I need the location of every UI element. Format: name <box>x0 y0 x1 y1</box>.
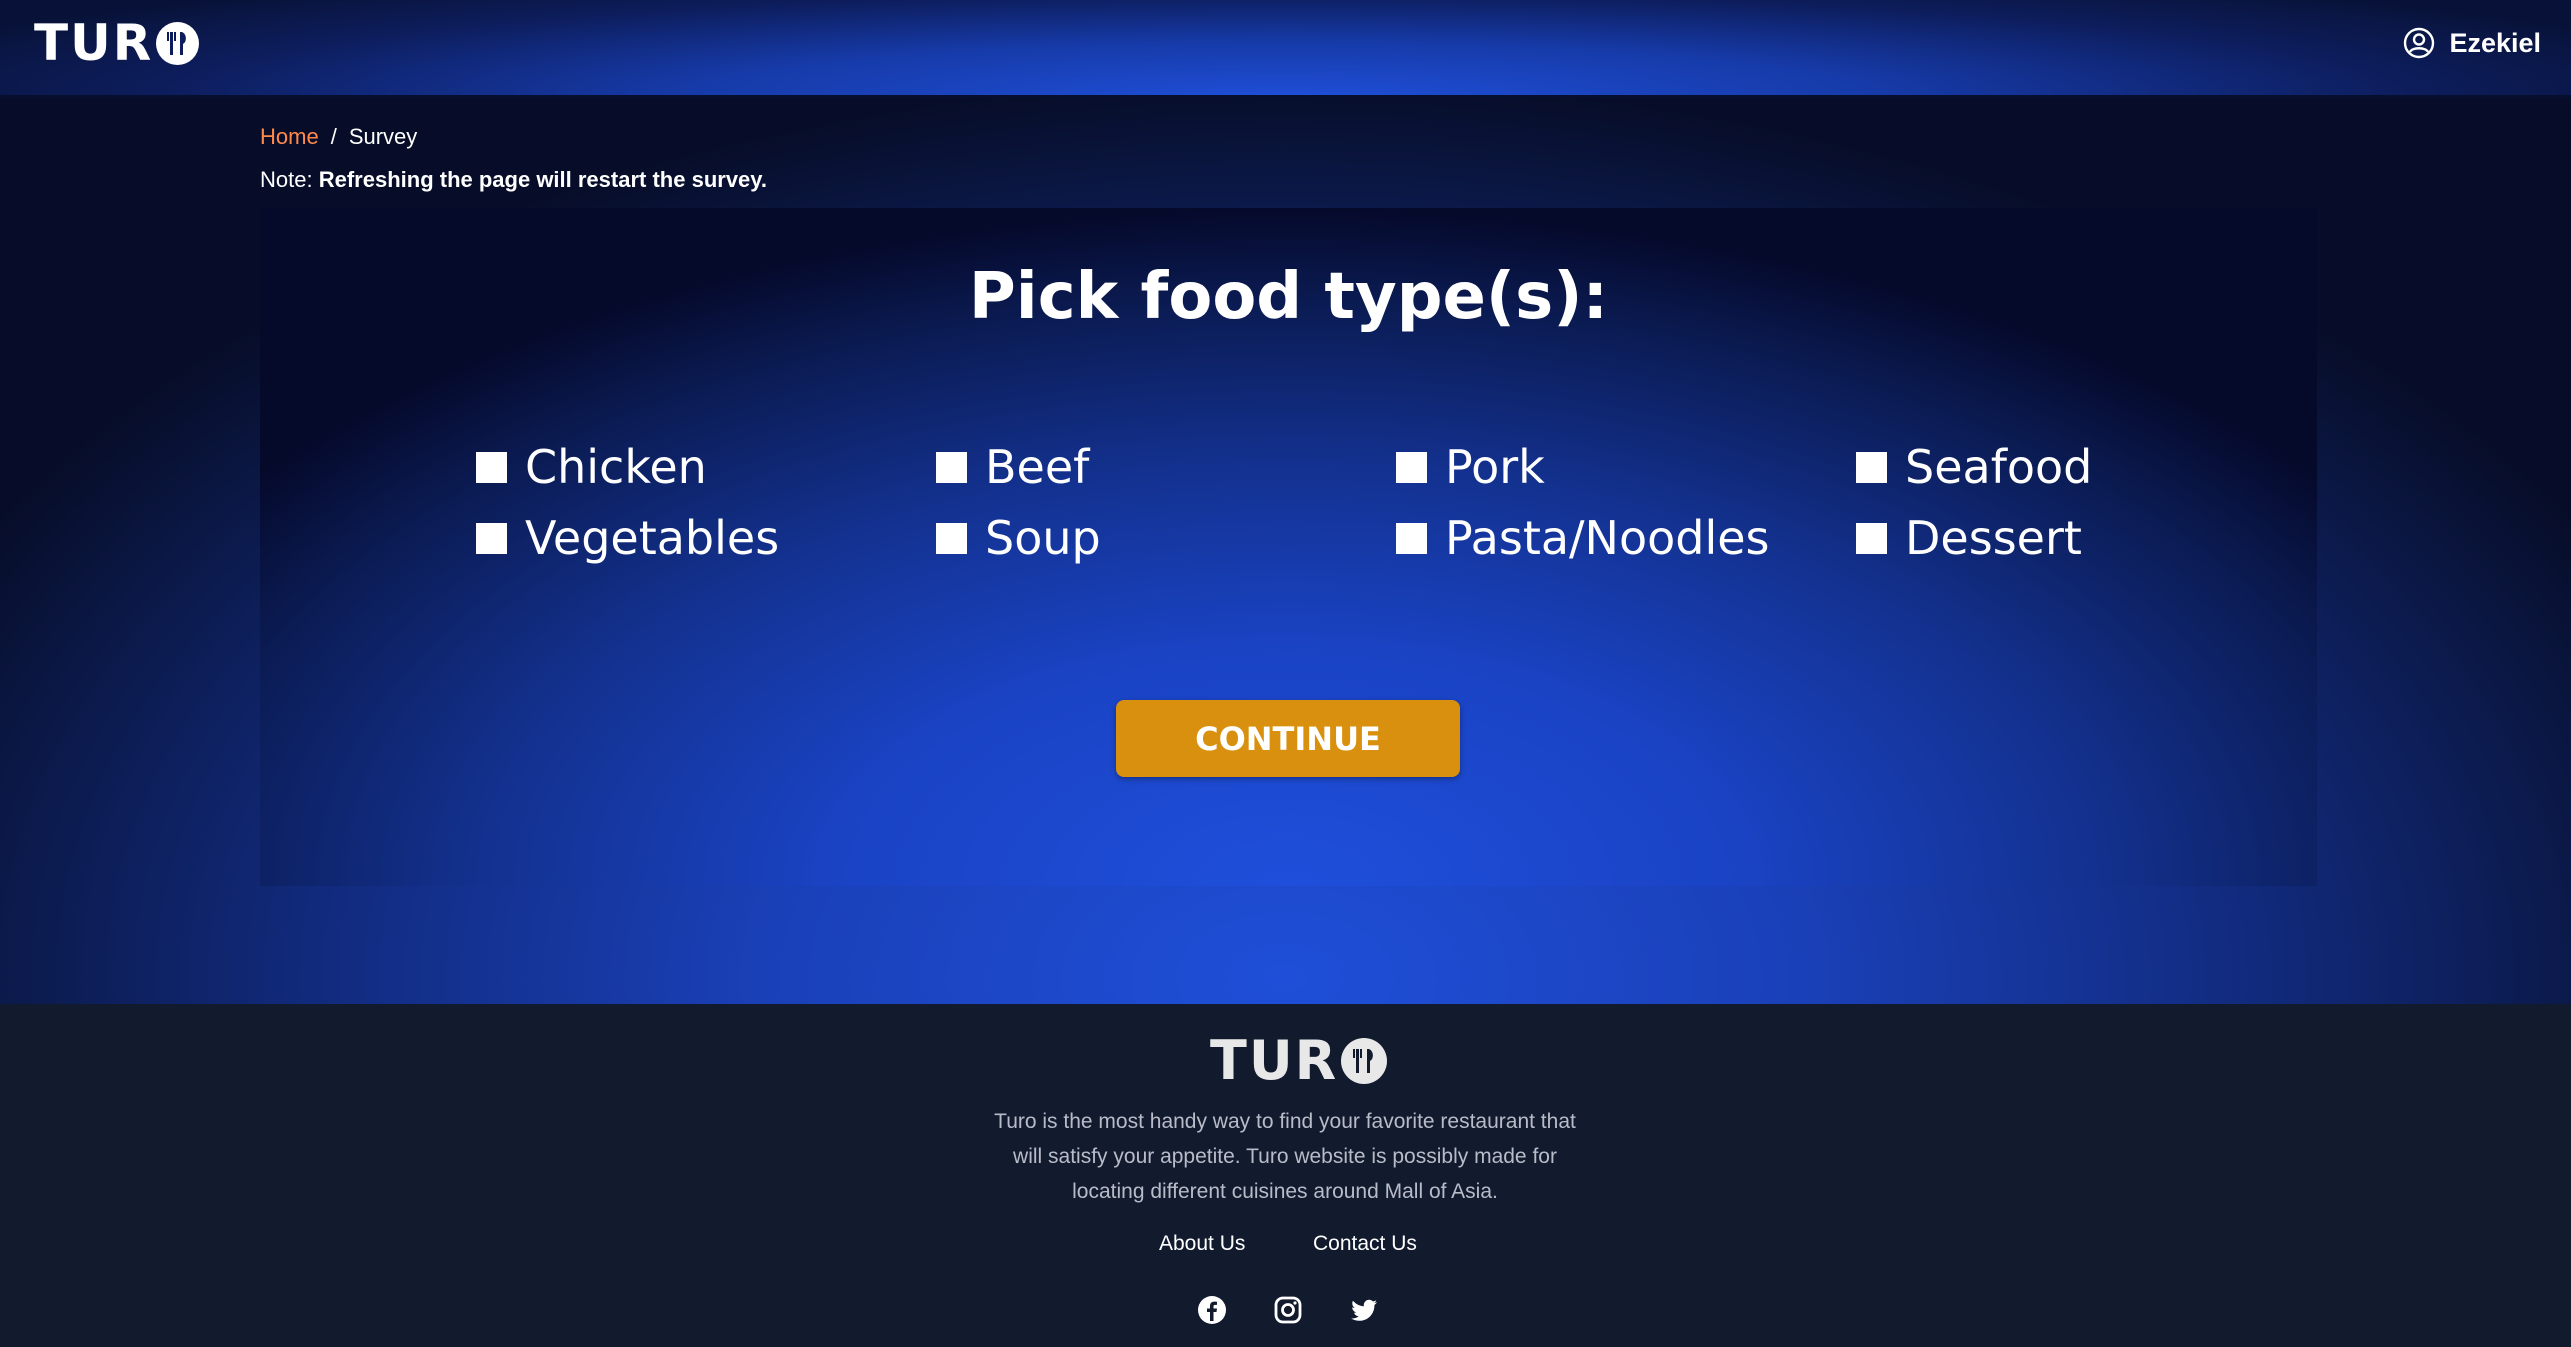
breadcrumb-separator: / <box>330 124 337 149</box>
about-us-link[interactable]: About Us <box>1159 1232 1245 1256</box>
breadcrumb: Home / Survey <box>260 124 417 150</box>
option-label: Vegetables <box>525 511 780 565</box>
checkbox[interactable] <box>1396 522 1427 554</box>
logo-text: TUR <box>34 14 154 72</box>
option-pork[interactable]: Pork <box>1396 440 1545 494</box>
checkbox[interactable] <box>476 522 507 554</box>
option-pasta-noodles[interactable]: Pasta/Noodles <box>1396 511 1770 565</box>
user-name: Ezekiel <box>2449 27 2541 58</box>
refresh-note: Note: Refreshing the page will restart t… <box>260 167 767 193</box>
survey-card: Pick food type(s): Chicken Beef Pork Sea… <box>260 208 2317 886</box>
continue-button[interactable]: CONTINUE <box>1116 700 1460 777</box>
option-label: Beef <box>985 440 1090 494</box>
contact-us-link[interactable]: Contact Us <box>1313 1232 1417 1256</box>
footer-description-line: locating different cuisines around Mall … <box>1072 1180 1498 1203</box>
turo-logo[interactable]: TUR <box>34 14 200 72</box>
footer-description-line: Turo is the most handy way to find your … <box>994 1110 1576 1133</box>
option-label: Soup <box>985 511 1101 565</box>
option-chicken[interactable]: Chicken <box>476 440 707 494</box>
twitter-icon[interactable] <box>1348 1294 1380 1326</box>
option-label: Dessert <box>1905 511 2082 565</box>
note-prefix: Note: <box>260 167 313 192</box>
facebook-icon[interactable] <box>1196 1294 1228 1326</box>
option-label: Pasta/Noodles <box>1445 511 1770 565</box>
checkbox[interactable] <box>1856 451 1887 483</box>
option-seafood[interactable]: Seafood <box>1856 440 2092 494</box>
footer: TUR Turo is the most handy way to find y… <box>0 1004 2571 1347</box>
option-label: Pork <box>1445 440 1545 494</box>
top-navbar: TUR Ezekiel <box>0 0 2571 98</box>
breadcrumb-home-link[interactable]: Home <box>260 124 319 150</box>
checkbox[interactable] <box>936 522 967 554</box>
instagram-icon[interactable] <box>1272 1294 1304 1326</box>
survey-title: Pick food type(s): <box>968 260 1609 334</box>
checkbox[interactable] <box>476 451 507 483</box>
option-beef[interactable]: Beef <box>936 440 1089 494</box>
logo-utensils-icon <box>156 21 200 65</box>
option-vegetables[interactable]: Vegetables <box>476 511 779 565</box>
option-soup[interactable]: Soup <box>936 511 1101 565</box>
footer-description-line: will satisfy your appetite. Turo website… <box>1013 1145 1557 1168</box>
checkbox[interactable] <box>936 451 967 483</box>
user-menu[interactable]: Ezekiel <box>2403 27 2541 59</box>
breadcrumb-current: Survey <box>348 124 418 149</box>
option-dessert[interactable]: Dessert <box>1856 511 2082 565</box>
footer-logo-text: TUR <box>1210 1029 1339 1092</box>
checkbox[interactable] <box>1396 451 1427 483</box>
footer-logo-utensils-icon <box>1341 1038 1388 1084</box>
checkbox[interactable] <box>1856 522 1887 554</box>
option-label: Seafood <box>1905 440 2093 494</box>
footer-description: Turo is the most handy way to find your … <box>935 1104 1635 1209</box>
option-label: Chicken <box>525 440 707 494</box>
user-circle-icon <box>2404 27 2435 59</box>
note-text: Refreshing the page will restart the sur… <box>318 167 768 192</box>
footer-turo-logo[interactable]: TUR <box>1210 1029 1388 1092</box>
